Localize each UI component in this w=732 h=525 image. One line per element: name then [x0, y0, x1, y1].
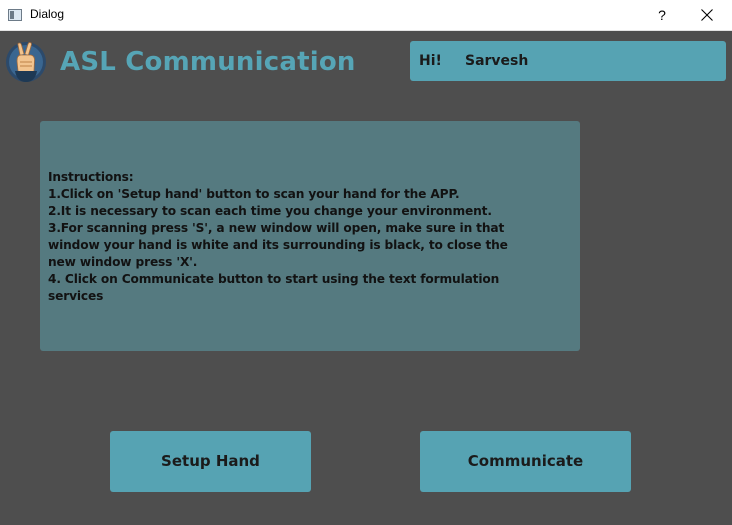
- dialog-client-area: ASL Communication Hi! Sarvesh Instructio…: [0, 31, 732, 525]
- instruction-line: services: [48, 289, 104, 303]
- greeting-bar: Hi! Sarvesh: [410, 41, 726, 81]
- greeting-hi: Hi!: [419, 53, 442, 69]
- communicate-button[interactable]: Communicate: [420, 431, 631, 492]
- window-titlebar: Dialog ?: [0, 0, 732, 31]
- instruction-line: window your hand is white and its surrou…: [48, 238, 508, 252]
- app-title: ASL Communication: [60, 47, 356, 77]
- instruction-line: 1.Click on 'Setup hand' button to scan y…: [48, 187, 460, 201]
- instruction-line: 4. Click on Communicate button to start …: [48, 272, 500, 286]
- instructions-text: Instructions: 1.Click on 'Setup hand' bu…: [48, 169, 508, 305]
- instruction-line: 3.For scanning press 'S', a new window w…: [48, 221, 505, 235]
- help-button[interactable]: ?: [648, 4, 676, 26]
- setup-hand-button[interactable]: Setup Hand: [110, 431, 311, 492]
- instruction-line: new window press 'X'.: [48, 255, 198, 269]
- close-icon: [701, 9, 713, 21]
- window-app-icon: [8, 9, 22, 21]
- instruction-line: Instructions:: [48, 170, 134, 184]
- peace-hand-icon: [6, 42, 46, 82]
- close-button[interactable]: [690, 4, 724, 26]
- instructions-panel: Instructions: 1.Click on 'Setup hand' bu…: [40, 121, 580, 351]
- instruction-line: 2.It is necessary to scan each time you …: [48, 204, 492, 218]
- greeting-username: Sarvesh: [465, 53, 529, 69]
- window-title: Dialog: [30, 7, 65, 21]
